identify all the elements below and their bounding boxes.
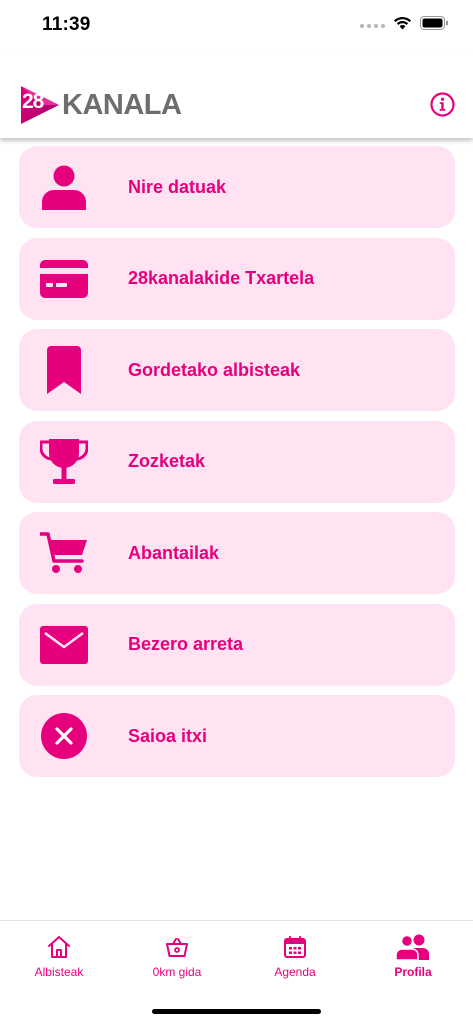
tab-profila[interactable]: Profila (354, 921, 472, 991)
user-icon (40, 163, 88, 211)
menu-item-label: 28kanalakide Txartela (128, 268, 315, 288)
profile-menu: Nire datuak 28kanalakide Txartela Gordet… (19, 146, 455, 787)
shopping-cart-icon (40, 529, 88, 577)
logo-mark: 28 (19, 84, 61, 126)
info-button[interactable] (430, 92, 455, 117)
calendar-icon (283, 933, 307, 961)
menu-item-nire-datuak[interactable]: Nire datuak (19, 146, 455, 228)
cellular-signal-icon (360, 23, 385, 28)
tab-agenda[interactable]: Agenda (236, 921, 354, 991)
menu-item-label: Abantailak (128, 542, 220, 563)
menu-item-label: Zozketak (128, 451, 206, 471)
wifi-icon (393, 16, 412, 35)
app-header: 28 KANALA (0, 54, 473, 138)
app-logo: 28 KANALA (19, 84, 182, 126)
menu-item-label: Saioa itxi (128, 725, 208, 746)
menu-item-bezero-arreta[interactable]: Bezero arreta (19, 603, 455, 686)
info-icon (430, 92, 455, 117)
status-bar: 11:39 (0, 0, 473, 54)
logo-text: KANALA (62, 88, 182, 121)
battery-icon (420, 16, 449, 35)
home-indicator[interactable] (152, 1009, 321, 1014)
bookmark-icon (40, 346, 88, 394)
status-indicators (360, 16, 449, 35)
trophy-icon (40, 438, 88, 486)
tab-0km-gida[interactable]: 0km gida (118, 921, 236, 991)
close-circle-icon (40, 712, 88, 760)
home-icon (47, 933, 71, 961)
tab-label: 0km gida (152, 965, 202, 979)
menu-item-saioa-itxi[interactable]: Saioa itxi (19, 695, 455, 777)
menu-item-label: Bezero arreta (128, 634, 244, 654)
menu-item-zozketak[interactable]: Zozketak (19, 420, 455, 503)
menu-item-gordetako-albisteak[interactable]: Gordetako albisteak (19, 329, 455, 411)
tab-label: Albisteak (34, 965, 84, 979)
users-icon (396, 933, 430, 961)
envelope-icon (40, 621, 88, 669)
menu-item-abantailak[interactable]: Abantailak (19, 512, 455, 594)
menu-item-label: Gordetako albisteak (128, 359, 301, 380)
logo-number: 28 (22, 90, 44, 113)
tab-label: Agenda (274, 965, 316, 979)
menu-item-txartela[interactable]: 28kanalakide Txartela (19, 237, 455, 320)
tab-label: Profila (394, 965, 432, 979)
status-time: 11:39 (42, 14, 91, 35)
menu-item-label: Nire datuak (128, 176, 227, 197)
credit-card-icon (40, 255, 88, 303)
basket-icon (165, 933, 189, 961)
tab-albisteak[interactable]: Albisteak (0, 921, 118, 991)
